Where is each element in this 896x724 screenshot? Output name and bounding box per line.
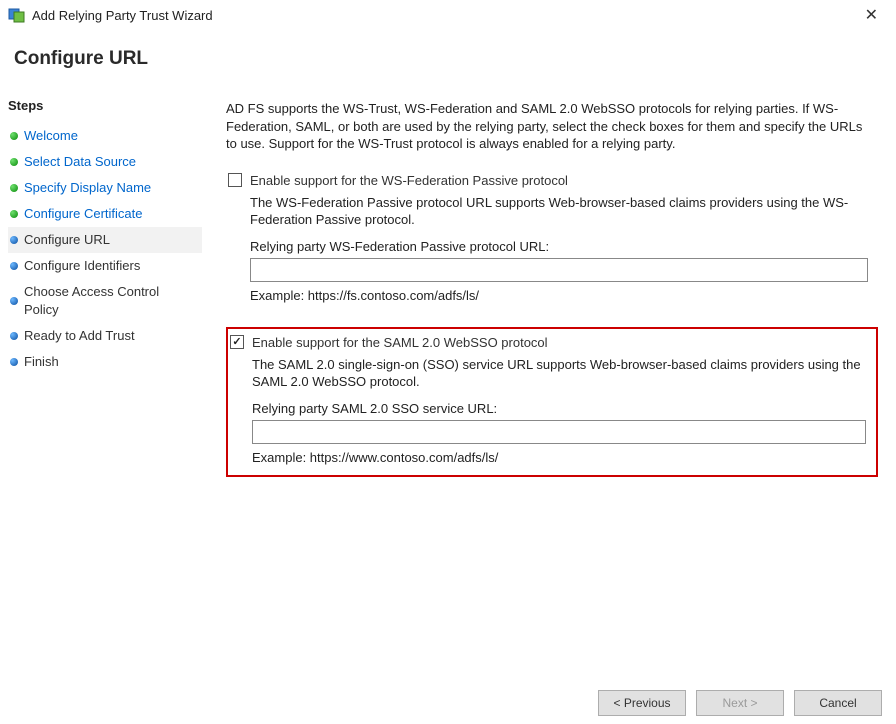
wsfed-url-label: Relying party WS-Federation Passive prot… [228, 239, 874, 254]
saml-checkbox-label: Enable support for the SAML 2.0 WebSSO p… [252, 335, 548, 350]
step-bullet-icon [10, 332, 18, 340]
step-bullet-icon [10, 236, 18, 244]
step-bullet-icon [10, 358, 18, 366]
saml-url-label: Relying party SAML 2.0 SSO service URL: [230, 401, 872, 416]
step-bullet-icon [10, 262, 18, 270]
step-1[interactable]: Select Data Source [8, 149, 202, 175]
step-bullet-icon [10, 132, 18, 140]
step-label: Ready to Add Trust [24, 327, 135, 345]
step-7[interactable]: Ready to Add Trust [8, 323, 202, 349]
step-label: Choose Access Control Policy [24, 283, 196, 319]
saml-section: Enable support for the SAML 2.0 WebSSO p… [226, 327, 878, 477]
cancel-button[interactable]: Cancel [794, 690, 882, 716]
step-label: Specify Display Name [24, 179, 151, 197]
intro-text: AD FS supports the WS-Trust, WS-Federati… [226, 100, 872, 153]
step-label: Select Data Source [24, 153, 136, 171]
step-3[interactable]: Configure Certificate [8, 201, 202, 227]
wsfed-description: The WS-Federation Passive protocol URL s… [228, 194, 874, 229]
wsfed-checkbox[interactable] [228, 173, 242, 187]
step-4[interactable]: Configure URL [8, 227, 202, 253]
saml-url-input[interactable] [252, 420, 866, 444]
main-content: AD FS supports the WS-Trust, WS-Federati… [202, 94, 896, 683]
wizard-icon [8, 6, 26, 24]
close-icon[interactable]: ✕ [855, 5, 888, 25]
step-label: Welcome [24, 127, 78, 145]
step-bullet-icon [10, 184, 18, 192]
wizard-footer: < Previous Next > Cancel [598, 690, 882, 716]
saml-example: Example: https://www.contoso.com/adfs/ls… [230, 450, 872, 465]
step-bullet-icon [10, 297, 18, 305]
previous-button[interactable]: < Previous [598, 690, 686, 716]
step-label: Configure URL [24, 231, 110, 249]
step-2[interactable]: Specify Display Name [8, 175, 202, 201]
step-5[interactable]: Configure Identifiers [8, 253, 202, 279]
step-bullet-icon [10, 158, 18, 166]
wsfed-example: Example: https://fs.contoso.com/adfs/ls/ [228, 288, 874, 303]
step-label: Finish [24, 353, 59, 371]
steps-sidebar: Steps Welcome Select Data Source Specify D… [0, 94, 202, 683]
wsfed-checkbox-label: Enable support for the WS-Federation Pas… [250, 173, 568, 188]
window-titlebar: Add Relying Party Trust Wizard ✕ [0, 0, 896, 30]
wsfed-section: Enable support for the WS-Federation Pas… [226, 167, 878, 313]
saml-checkbox[interactable] [230, 335, 244, 349]
step-6[interactable]: Choose Access Control Policy [8, 279, 202, 323]
steps-heading: Steps [8, 94, 202, 119]
next-button[interactable]: Next > [696, 690, 784, 716]
wsfed-url-input[interactable] [250, 258, 868, 282]
window-title: Add Relying Party Trust Wizard [32, 8, 855, 23]
step-8[interactable]: Finish [8, 349, 202, 375]
step-0[interactable]: Welcome [8, 123, 202, 149]
step-bullet-icon [10, 210, 18, 218]
step-label: Configure Certificate [24, 205, 143, 223]
saml-description: The SAML 2.0 single-sign-on (SSO) servic… [230, 356, 872, 391]
step-label: Configure Identifiers [24, 257, 140, 275]
page-title: Configure URL [0, 30, 896, 94]
